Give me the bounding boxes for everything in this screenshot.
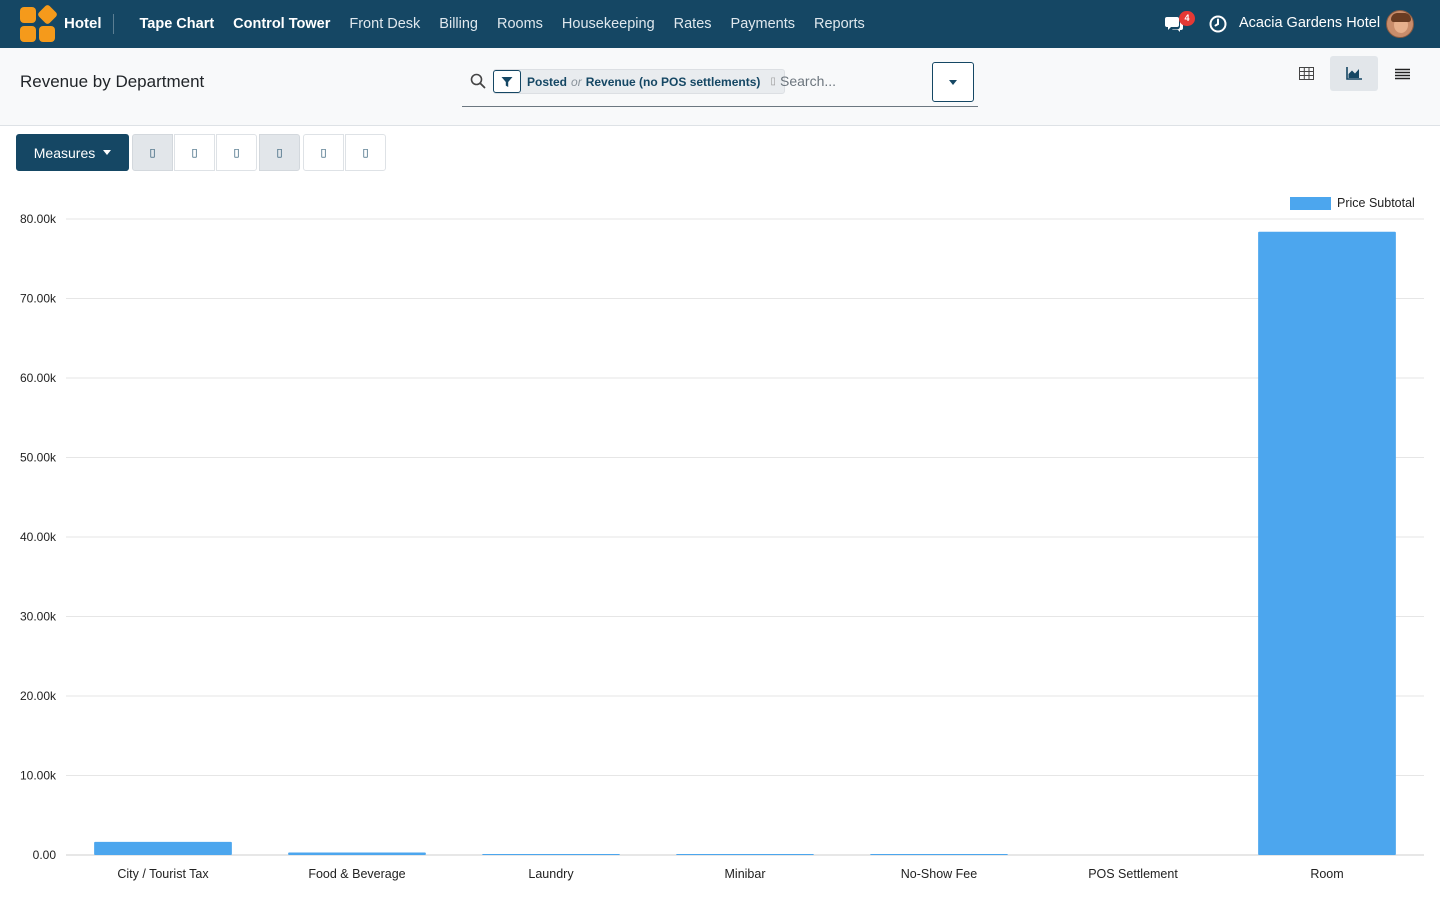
facet-value-posted: Posted (527, 74, 568, 89)
chart-type-group: ▯ ▯ ▯ (132, 134, 258, 171)
stacked-button[interactable]: ▯ (259, 134, 300, 171)
y-tick-label: 40.00k (20, 530, 57, 544)
bar-city-tourist-tax[interactable] (94, 841, 232, 855)
search-icon (470, 73, 486, 89)
bar-no-show-fee[interactable] (870, 854, 1008, 855)
measures-dropdown-button[interactable]: Measures (16, 134, 129, 171)
user-avatar[interactable] (1386, 10, 1414, 38)
view-switcher (1282, 56, 1426, 91)
measures-label: Measures (33, 144, 96, 161)
message-count-badge: 4 (1179, 11, 1195, 26)
y-tick-label: 60.00k (20, 371, 57, 385)
search-input[interactable] (780, 70, 930, 92)
filter-facet[interactable]: Posted or Revenue (no POS settlements) ▯ (493, 69, 785, 94)
legend-label: Price Subtotal (1337, 196, 1415, 210)
y-tick-label: 10.00k (20, 769, 57, 783)
pie-chart-icon: ▯ (233, 146, 240, 159)
x-tick-label: No-Show Fee (901, 867, 977, 881)
nav-item-payments[interactable]: Payments (721, 16, 804, 32)
nav-item-rates[interactable]: Rates (664, 16, 721, 32)
facet-separator: or (571, 74, 582, 89)
line-chart-button[interactable]: ▯ (174, 134, 215, 171)
nav-divider (113, 14, 114, 34)
list-icon (1394, 68, 1410, 79)
control-panel: Revenue by Department Posted or Revenue … (0, 48, 1440, 126)
graph-view-button[interactable] (1330, 56, 1378, 91)
filter-icon (493, 70, 521, 93)
caret-down-icon (103, 150, 112, 155)
sort-group: ▯ ▯ (303, 134, 387, 171)
x-tick-label: Food & Beverage (308, 867, 405, 881)
nav-item-housekeeping[interactable]: Housekeeping (552, 16, 664, 32)
x-tick-label: POS Settlement (1088, 867, 1178, 881)
nav-item-control-tower[interactable]: Control Tower (224, 16, 340, 32)
y-tick-label: 70.00k (20, 292, 57, 306)
area-chart-icon (1346, 67, 1362, 80)
sort-ascending-button[interactable]: ▯ (345, 134, 386, 171)
nav-item-front-desk[interactable]: Front Desk (340, 16, 430, 32)
nav-item-reports[interactable]: Reports (805, 16, 875, 32)
company-switcher[interactable]: Acacia Gardens Hotel (1239, 15, 1380, 31)
remove-facet-icon[interactable]: ▯ (770, 76, 776, 87)
y-tick-label: 80.00k (20, 212, 57, 226)
chart-legend[interactable]: Price Subtotal (1290, 196, 1415, 210)
pie-chart-button[interactable]: ▯ (216, 134, 257, 171)
x-tick-label: Minibar (725, 867, 766, 881)
revenue-bar-chart: 0.00 10.00k 20.00k 30.00k 40.00k 50.00k 60.00k… (20, 212, 1424, 881)
page-title: Revenue by Department (20, 72, 205, 91)
top-navbar: Hotel Tape Chart Control Tower Front Desk B… (0, 0, 1440, 48)
bar-minibar[interactable] (676, 854, 814, 855)
caret-down-icon (949, 79, 957, 85)
x-tick-label: City / Tourist Tax (117, 867, 209, 881)
main-menu: Tape Chart Control Tower Front Desk Billing… (130, 0, 874, 48)
bar-room[interactable] (1258, 231, 1396, 856)
sort-descending-icon: ▯ (320, 146, 327, 159)
line-chart-icon: ▯ (191, 146, 198, 159)
app-logo-icon[interactable] (20, 3, 59, 43)
x-tick-label: Room (1310, 867, 1343, 881)
sort-descending-button[interactable]: ▯ (303, 134, 344, 171)
y-tick-label: 50.00k (20, 451, 57, 465)
bar-chart-icon: ▯ (149, 146, 156, 159)
sort-ascending-icon: ▯ (362, 146, 369, 159)
pivot-view-button[interactable] (1282, 56, 1330, 91)
stacked-icon: ▯ (276, 146, 283, 159)
nav-item-billing[interactable]: Billing (430, 16, 488, 32)
app-brand[interactable]: Hotel (64, 15, 102, 32)
bar-chart-button[interactable]: ▯ (132, 134, 173, 171)
table-grid-icon (1298, 67, 1314, 80)
chart-options-group: ▯ (259, 134, 301, 171)
facet-value-revenue: Revenue (no POS settlements) (585, 74, 761, 89)
nav-item-tape-chart[interactable]: Tape Chart (130, 16, 224, 32)
bar-laundry[interactable] (482, 854, 620, 855)
x-tick-label: Laundry (528, 867, 574, 881)
search-options-toggle[interactable] (932, 62, 974, 102)
legend-swatch (1290, 196, 1331, 210)
y-tick-label: 30.00k (20, 610, 57, 624)
nav-item-rooms[interactable]: Rooms (487, 16, 552, 32)
activity-clock-icon[interactable] (1209, 15, 1227, 33)
bar-food-beverage[interactable] (288, 852, 426, 855)
y-tick-label: 20.00k (20, 689, 57, 703)
list-view-button[interactable] (1378, 56, 1426, 91)
search-bar: Posted or Revenue (no POS settlements) ▯ (462, 61, 978, 107)
y-tick-label: 0.00 (33, 848, 57, 862)
